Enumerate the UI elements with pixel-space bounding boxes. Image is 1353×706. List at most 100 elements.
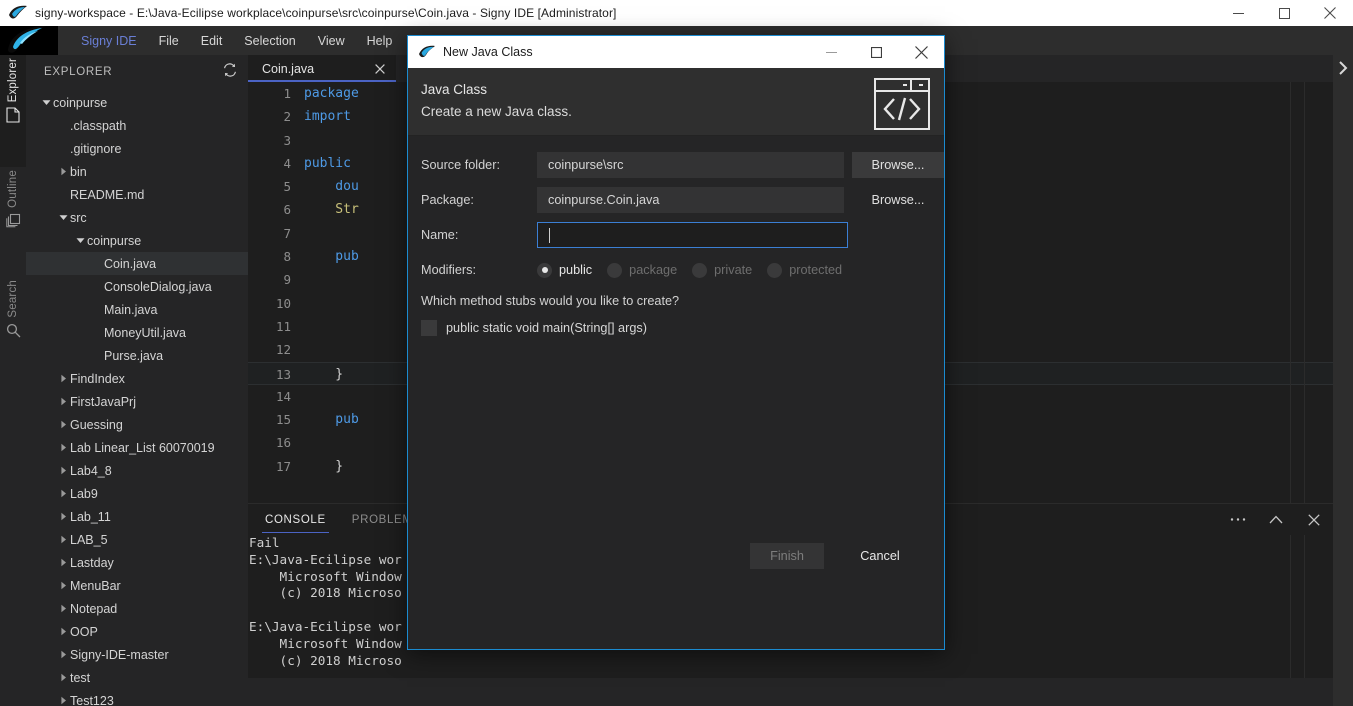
menu-item-view[interactable]: View — [307, 26, 356, 55]
package-browse-button[interactable]: Browse... — [852, 187, 944, 213]
chevron-down-icon[interactable] — [74, 229, 87, 252]
main-method-stub-row[interactable]: public static void main(String[] args) — [408, 320, 944, 336]
dialog-minimize-button[interactable] — [809, 36, 854, 68]
cancel-button[interactable]: Cancel — [850, 543, 910, 569]
close-icon[interactable] — [1303, 509, 1325, 531]
editor-tab-coin-java[interactable]: Coin.java — [248, 55, 396, 82]
chevron-right-icon[interactable] — [57, 160, 70, 183]
dialog-header: Java Class Create a new Java class. — [408, 68, 944, 136]
tree-item[interactable]: src — [26, 206, 248, 229]
tree-item[interactable]: Lab4_8 — [26, 459, 248, 482]
tree-item[interactable]: OOP — [26, 620, 248, 643]
finish-button[interactable]: Finish — [750, 543, 824, 569]
package-input[interactable]: coinpurse.Coin.java — [537, 187, 844, 213]
tree-item-label: coinpurse — [53, 95, 108, 110]
chevron-right-icon[interactable] — [57, 528, 70, 551]
menu-item-signy-ide[interactable]: Signy IDE — [70, 26, 148, 55]
menu-item-help[interactable]: Help — [356, 26, 404, 55]
tree-item[interactable]: coinpurse — [26, 229, 248, 252]
modifier-radio-protected[interactable]: protected — [767, 262, 842, 278]
tree-item[interactable]: README.md — [26, 183, 248, 206]
editor-scrollbar[interactable] — [1290, 82, 1305, 503]
chevron-right-icon[interactable] — [57, 597, 70, 620]
tree-item[interactable]: Lab Linear_List 60070019 — [26, 436, 248, 459]
name-input[interactable] — [537, 222, 848, 248]
tree-item[interactable]: Signy-IDE-master — [26, 643, 248, 666]
tree-item[interactable]: .gitignore — [26, 137, 248, 160]
close-icon[interactable] — [371, 60, 389, 78]
tree-item[interactable]: LAB_5 — [26, 528, 248, 551]
chevron-right-icon[interactable] — [57, 643, 70, 666]
modifier-radio-private[interactable]: private — [692, 262, 752, 278]
tree-item[interactable]: Lab9 — [26, 482, 248, 505]
dialog-close-button[interactable] — [899, 36, 944, 68]
modifier-radio-public[interactable]: public — [537, 262, 592, 278]
menu-item-edit[interactable]: Edit — [190, 26, 234, 55]
new-java-class-dialog: New Java Class Java Class Create a new J… — [407, 35, 945, 650]
chevron-right-icon[interactable] — [57, 689, 70, 706]
source-folder-input[interactable]: coinpurse\src — [537, 152, 844, 178]
explorer-sidebar: EXPLORER coinpurse .classpath .gitignore bi… — [26, 55, 248, 706]
tree-item-label: Main.java — [104, 302, 158, 317]
chevron-right-icon[interactable] — [57, 390, 70, 413]
chevron-right-icon[interactable] — [57, 620, 70, 643]
source-folder-browse-button[interactable]: Browse... — [852, 152, 944, 178]
tree-item[interactable]: Purse.java — [26, 344, 248, 367]
activity-tab-outline-label: Outline — [7, 170, 19, 208]
tree-item[interactable]: Guessing — [26, 413, 248, 436]
modifier-radio-package[interactable]: package — [607, 262, 677, 278]
tree-item[interactable]: .classpath — [26, 114, 248, 137]
tree-item[interactable]: bin — [26, 160, 248, 183]
chevron-down-icon[interactable] — [40, 91, 53, 114]
tree-item[interactable]: coinpurse — [26, 91, 248, 114]
tree-item[interactable]: Main.java — [26, 298, 248, 321]
window-close-button[interactable] — [1307, 0, 1353, 26]
tree-item[interactable]: FindIndex — [26, 367, 248, 390]
chevron-right-icon[interactable] — [57, 551, 70, 574]
chevron-right-icon[interactable] — [57, 505, 70, 528]
search-icon — [6, 323, 21, 343]
radio-dot-private — [692, 262, 708, 278]
tree-item[interactable]: Test123 — [26, 689, 248, 706]
tree-item[interactable]: test — [26, 666, 248, 689]
tree-item[interactable]: Coin.java — [26, 252, 248, 275]
window-minimize-button[interactable] — [1215, 0, 1261, 26]
chevron-right-icon[interactable] — [57, 666, 70, 689]
window-maximize-button[interactable] — [1261, 0, 1307, 26]
activity-tab-search[interactable]: Search — [0, 277, 26, 387]
chevron-right-icon[interactable] — [57, 436, 70, 459]
more-icon[interactable] — [1227, 509, 1249, 531]
panel-tab-console[interactable]: CONSOLE — [262, 504, 329, 535]
chevron-down-icon[interactable] — [57, 206, 70, 229]
window-title: signy-workspace - E:\Java-Ecilipse workp… — [35, 6, 617, 20]
activity-tab-outline[interactable]: Outline — [0, 167, 26, 277]
chevron-right-icon[interactable] — [57, 482, 70, 505]
line-number: 5 — [283, 179, 291, 195]
chevron-right-icon[interactable] — [57, 574, 70, 597]
tree-item[interactable]: Notepad — [26, 597, 248, 620]
line-number: 7 — [283, 225, 291, 241]
tree-item[interactable]: MoneyUtil.java — [26, 321, 248, 344]
tree-item[interactable]: Lastday — [26, 551, 248, 574]
menu-item-file[interactable]: File — [148, 26, 190, 55]
chevron-right-icon[interactable] — [1336, 47, 1350, 706]
tree-item[interactable]: ConsoleDialog.java — [26, 275, 248, 298]
tree-item[interactable]: Lab_11 — [26, 505, 248, 528]
line-number: 2 — [283, 109, 291, 125]
tree-item[interactable]: MenuBar — [26, 574, 248, 597]
tree-item[interactable]: FirstJavaPrj — [26, 390, 248, 413]
activity-tab-explorer[interactable]: Explorer — [0, 55, 26, 167]
menu-item-selection[interactable]: Selection — [233, 26, 306, 55]
panel-scrollbar[interactable] — [1290, 535, 1305, 679]
refresh-icon[interactable] — [222, 62, 238, 83]
chevron-right-icon[interactable] — [57, 459, 70, 482]
dialog-maximize-button[interactable] — [854, 36, 899, 68]
line-number: 13 — [275, 366, 291, 382]
chevron-right-icon[interactable] — [57, 413, 70, 436]
chevron-right-icon[interactable] — [57, 367, 70, 390]
main-method-checkbox[interactable] — [421, 320, 437, 336]
chevron-up-icon[interactable] — [1265, 509, 1287, 531]
